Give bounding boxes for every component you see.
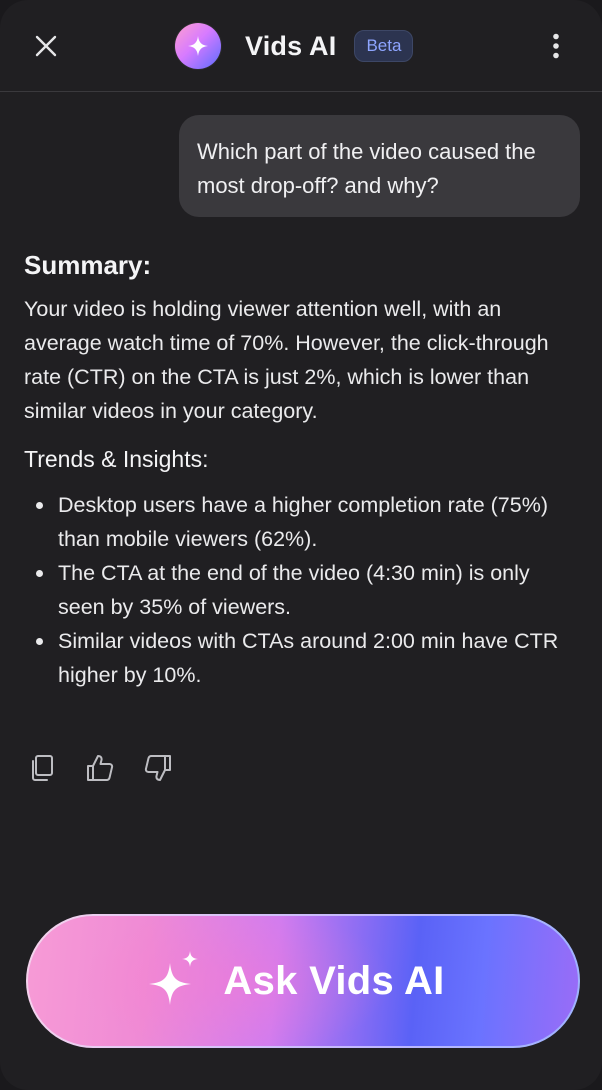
sparkle-icon (188, 36, 208, 56)
bullet (36, 638, 43, 645)
ai-response: Summary: Your video is holding viewer at… (24, 246, 580, 692)
ask-vids-ai-button[interactable]: Ask Vids AI (28, 916, 578, 1046)
insight-text: The CTA at the end of the video (4:30 mi… (58, 561, 530, 619)
summary-text: Your video is holding viewer attention w… (24, 297, 549, 423)
vids-ai-panel: Vids AI Beta Which part of the video cau… (0, 0, 602, 1090)
brand-logo (175, 23, 221, 69)
ask-button-label: Ask Vids AI (223, 958, 445, 1003)
header: Vids AI Beta (0, 0, 602, 92)
response-actions (26, 751, 200, 785)
list-item: Desktop users have a higher completion r… (24, 488, 580, 556)
insights-list: Desktop users have a higher completion r… (24, 488, 580, 692)
insights-title: Trends & Insights: (24, 446, 209, 472)
like-button[interactable] (84, 751, 116, 785)
list-item: The CTA at the end of the video (4:30 mi… (24, 556, 580, 624)
sparkle-icon (149, 951, 199, 1005)
summary-title: Summary: (24, 250, 152, 280)
beta-badge: Beta (354, 30, 414, 62)
bullet (36, 570, 43, 577)
insight-text: Similar videos with CTAs around 2:00 min… (58, 629, 559, 687)
more-options-button[interactable] (540, 30, 572, 62)
close-icon (35, 35, 57, 57)
thumbs-up-icon (87, 755, 114, 781)
copy-button[interactable] (26, 751, 58, 785)
ask-button-frame: Ask Vids AI (26, 914, 580, 1048)
list-item: Similar videos with CTAs around 2:00 min… (24, 624, 580, 692)
dislike-button[interactable] (142, 751, 174, 785)
close-button[interactable] (26, 26, 66, 66)
user-message-bubble: Which part of the video caused the most … (179, 115, 580, 217)
more-vertical-icon (553, 33, 559, 59)
bullet (36, 502, 43, 509)
copy-icon (32, 755, 53, 781)
app-title: Vids AI (245, 30, 337, 61)
insight-text: Desktop users have a higher completion r… (58, 493, 548, 551)
brand: Vids AI Beta (175, 22, 414, 70)
thumbs-down-icon (144, 755, 171, 781)
